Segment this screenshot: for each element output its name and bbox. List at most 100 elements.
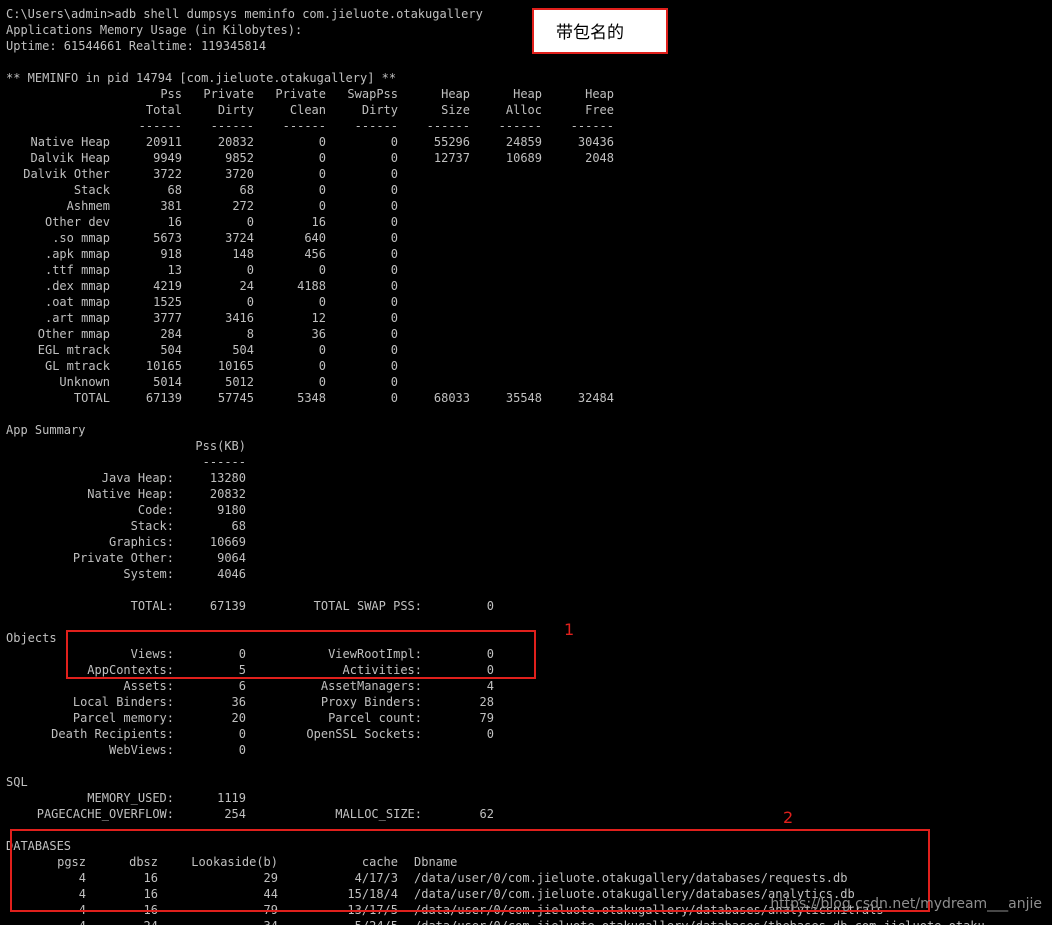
meminfo-row-cell (398, 230, 470, 246)
meminfo-row-cell (398, 326, 470, 342)
meminfo-separator-row-cell (6, 118, 110, 134)
meminfo-row-cell (398, 182, 470, 198)
sql-row-cell: 62 (479, 807, 494, 821)
meminfo-row-cell (542, 166, 614, 182)
uptime-line: Uptime: 61544661 Realtime: 119345814 (6, 39, 267, 53)
meminfo-row-cell (398, 166, 470, 182)
meminfo-row-cell: 35548 (505, 391, 542, 405)
meminfo-separator-row-cell: ------ (210, 119, 254, 133)
objects-row-cell: 36 (231, 695, 246, 709)
objects-row-cell: 4 (486, 679, 494, 693)
meminfo-row-cell: 284 (160, 327, 182, 341)
meminfo-row-cell: 5348 (297, 391, 326, 405)
sql-row-cell: 254 (224, 807, 246, 821)
terminal-window: C:\Users\admin>adb shell dumpsys meminfo… (0, 0, 1052, 925)
meminfo-row-cell (542, 294, 614, 310)
summary-separator-row-cell (6, 454, 174, 470)
meminfo-row-cell: 30436 (577, 135, 614, 149)
meminfo-row-cell: 13 (167, 263, 182, 277)
meminfo-row-cell (398, 342, 470, 358)
objects-row-cell: Parcel memory: (72, 711, 174, 725)
meminfo-row-cell (470, 166, 542, 182)
meminfo-row-cell: 0 (390, 199, 398, 213)
meminfo-row-cell (542, 374, 614, 390)
meminfo-row-cell: 0 (390, 327, 398, 341)
meminfo-row-cell: Dalvik Heap (30, 151, 110, 165)
summary-row-cell: Stack: (130, 519, 174, 533)
meminfo-row-cell: 0 (318, 135, 326, 149)
objects-row-cell: 0 (238, 743, 246, 757)
meminfo-row-cell (470, 214, 542, 230)
summary-row-cell: 9064 (217, 551, 246, 565)
meminfo-row-cell: 0 (390, 279, 398, 293)
meminfo-separator-row-cell: ------ (498, 119, 542, 133)
meminfo-row-cell: 0 (390, 311, 398, 325)
meminfo-row-cell: 0 (390, 151, 398, 165)
meminfo-row-cell: Other mmap (37, 327, 110, 341)
meminfo-header-row-cell: Free (585, 103, 614, 117)
sql-row-cell: MEMORY_USED: (87, 791, 174, 805)
summary-row-cell: Private Other: (72, 551, 174, 565)
meminfo-row-cell (398, 358, 470, 374)
meminfo-row-cell: 0 (318, 375, 326, 389)
objects-row-cell: 0 (238, 727, 246, 741)
meminfo-row-cell: 0 (318, 359, 326, 373)
meminfo-row-cell (470, 278, 542, 294)
meminfo-row-cell: .dex mmap (44, 279, 110, 293)
meminfo-row-cell (542, 310, 614, 326)
meminfo-row-cell: 148 (232, 247, 254, 261)
meminfo-row-cell: 68 (167, 183, 182, 197)
meminfo-header-row-cell: Clean (289, 103, 326, 117)
meminfo-header-row-cell: Dirty (361, 103, 398, 117)
meminfo-row-cell: .ttf mmap (44, 263, 110, 277)
meminfo-header-row-cell: SwapPss (347, 87, 398, 101)
meminfo-row-cell (470, 262, 542, 278)
meminfo-row-cell: 0 (390, 391, 398, 405)
meminfo-row-cell (470, 374, 542, 390)
sql-title: SQL (6, 775, 28, 789)
objects-row-cell: 79 (479, 711, 494, 725)
meminfo-row-cell: Unknown (59, 375, 110, 389)
meminfo-row-cell: Ashmem (66, 199, 110, 213)
meminfo-row-cell: 20911 (145, 135, 182, 149)
meminfo-separator-row-cell: ------ (138, 119, 182, 133)
meminfo-row-cell: 504 (160, 343, 182, 357)
meminfo-separator-row-cell: ------ (570, 119, 614, 133)
meminfo-row-cell (398, 214, 470, 230)
marker-1: 1 (564, 620, 575, 639)
meminfo-header-row-cell (6, 86, 110, 102)
meminfo-row-cell (542, 214, 614, 230)
meminfo-header-row-cell: Private (275, 87, 326, 101)
meminfo-row-cell: 0 (390, 215, 398, 229)
meminfo-row-cell: 504 (232, 343, 254, 357)
meminfo-row-cell (398, 374, 470, 390)
summary-total-row-cell: 67139 (209, 599, 246, 613)
meminfo-row-cell: 0 (390, 359, 398, 373)
meminfo-row-cell (470, 182, 542, 198)
sql-row-cell: MALLOC_SIZE: (335, 807, 422, 821)
meminfo-row-cell: 0 (390, 295, 398, 309)
meminfo-row-cell (470, 294, 542, 310)
meminfo-row-cell: 36 (311, 327, 326, 341)
meminfo-row-cell: 0 (318, 295, 326, 309)
meminfo-row-cell (470, 198, 542, 214)
meminfo-row-cell (542, 246, 614, 262)
objects-row-cell: Assets: (123, 679, 174, 693)
meminfo-row-cell: .art mmap (44, 311, 110, 325)
databases-row-cell: 4 (6, 918, 86, 925)
meminfo-row-cell: .oat mmap (44, 295, 110, 309)
meminfo-row-cell: 0 (390, 183, 398, 197)
meminfo-row-cell: 12 (311, 311, 326, 325)
sql-row-cell (422, 790, 494, 806)
meminfo-header-row-cell (6, 102, 110, 118)
summary-row-cell: 10669 (209, 535, 246, 549)
meminfo-row-cell: 5014 (153, 375, 182, 389)
meminfo-row-cell: 12737 (433, 151, 470, 165)
sql-row-cell: PAGECACHE_OVERFLOW: (36, 807, 174, 821)
meminfo-header-row-cell: Pss (160, 87, 182, 101)
summary-row-cell: Graphics: (108, 535, 174, 549)
summary-row-cell: System: (123, 567, 174, 581)
databases-row-cell: /data/user/0/com.jieluote.otakugallery/d… (414, 918, 1052, 925)
meminfo-row-cell (470, 326, 542, 342)
meminfo-row-cell: 0 (390, 375, 398, 389)
